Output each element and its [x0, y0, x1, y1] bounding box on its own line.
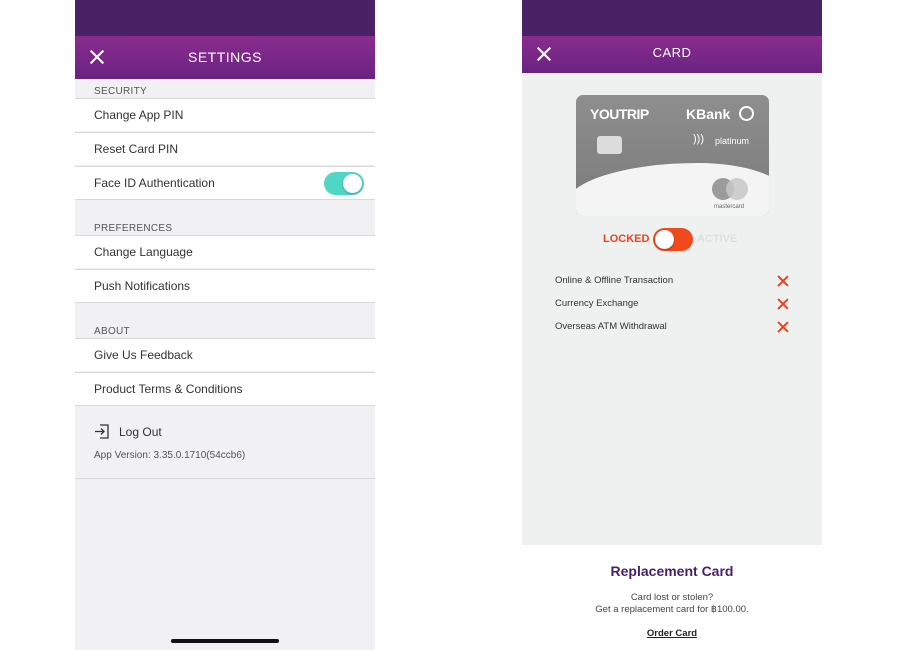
settings-title: SETTINGS: [187, 49, 262, 65]
preferences-section-header: PREFERENCES: [94, 223, 173, 234]
face-id-row: Face ID Authentication: [75, 166, 375, 200]
feature-online-offline: Online & Offline Transaction: [555, 275, 674, 286]
locked-label: LOCKED: [603, 233, 650, 245]
status-bar: [75, 0, 375, 36]
logout-icon[interactable]: [94, 424, 109, 439]
give-feedback-label: Give Us Feedback: [94, 348, 193, 362]
feature-atm-withdrawal: Overseas ATM Withdrawal: [555, 321, 667, 332]
mastercard-label: mastercard: [714, 204, 745, 210]
chip-icon: [597, 136, 622, 154]
youtrip-logo: YOUTRIP: [590, 106, 649, 122]
card-lock-toggle[interactable]: [653, 228, 693, 251]
toggle-knob: [343, 174, 362, 193]
replacement-card-question: Card lost or stolen?: [630, 592, 714, 603]
mastercard-circle-icon: [726, 178, 748, 200]
card-nav-bar: CARD: [522, 36, 822, 73]
give-feedback-row[interactable]: Give Us Feedback: [75, 338, 375, 371]
about-section-header: ABOUT: [94, 326, 130, 337]
settings-screen: SETTINGS SECURITY Change App PIN Reset C…: [75, 0, 375, 650]
contactless-icon: ))): [693, 133, 704, 145]
product-terms-label: Product Terms & Conditions: [94, 382, 243, 396]
change-app-pin-row[interactable]: Change App PIN: [75, 98, 375, 131]
kbank-logo: KBank: [686, 106, 731, 122]
change-language-row[interactable]: Change Language: [75, 235, 375, 268]
kbank-emblem-icon: [739, 106, 754, 121]
home-indicator[interactable]: [171, 639, 279, 643]
settings-nav-bar: SETTINGS: [75, 36, 375, 79]
toggle-knob: [655, 230, 674, 249]
order-card-link[interactable]: Order Card: [647, 628, 697, 639]
card-screen: CARD YOUTRIP KBank ))) platinum masterca…: [522, 0, 822, 545]
face-id-toggle[interactable]: [324, 172, 364, 195]
status-bar: [522, 0, 822, 36]
replacement-card-title: Replacement Card: [610, 563, 734, 579]
app-version: App Version: 3.35.0.1710(54ccb6): [94, 450, 246, 461]
face-id-label: Face ID Authentication: [94, 176, 215, 190]
card-title: CARD: [652, 45, 692, 60]
reset-card-pin-label: Reset Card PIN: [94, 142, 179, 156]
logout-button[interactable]: Log Out: [119, 425, 162, 439]
card-tier: platinum: [715, 136, 750, 146]
replacement-card-panel: Replacement Card Card lost or stolen? Ge…: [522, 545, 822, 650]
disabled-x-icon: [778, 276, 788, 286]
push-notifications-label: Push Notifications: [94, 279, 191, 293]
active-label: ACTIVE: [697, 233, 738, 245]
replacement-card-price: Get a replacement card for ฿100.00.: [595, 604, 749, 615]
disabled-x-icon: [778, 322, 788, 332]
product-terms-row[interactable]: Product Terms & Conditions: [75, 372, 375, 406]
reset-card-pin-row[interactable]: Reset Card PIN: [75, 132, 375, 165]
push-notifications-row[interactable]: Push Notifications: [75, 269, 375, 303]
change-app-pin-label: Change App PIN: [94, 108, 184, 122]
feature-currency-exchange: Currency Exchange: [555, 298, 639, 309]
disabled-x-icon: [778, 299, 788, 309]
logout-section: Log Out App Version: 3.35.0.1710(54ccb6): [75, 407, 375, 479]
change-language-label: Change Language: [94, 245, 193, 259]
order-card-row: Order Card: [522, 628, 822, 639]
card-image: YOUTRIP KBank ))) platinum mastercard: [576, 95, 769, 216]
security-section-header: SECURITY: [94, 86, 147, 97]
